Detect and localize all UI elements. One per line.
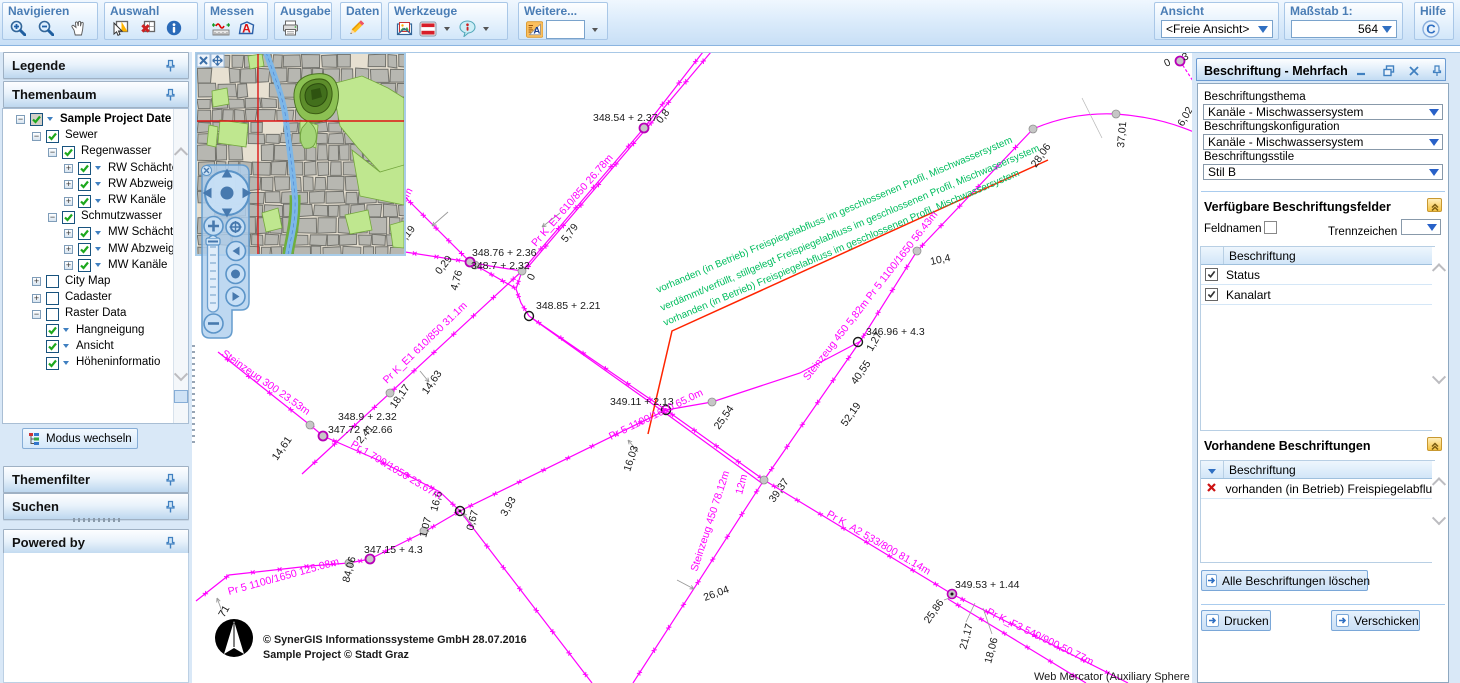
- svg-text:C: C: [1426, 22, 1436, 37]
- svg-text:A: A: [533, 25, 540, 36]
- svg-text:Sample Project © Stadt Graz: Sample Project © Stadt Graz: [263, 649, 410, 661]
- svg-text:348.7 + 2.32: 348.7 + 2.32: [471, 260, 530, 272]
- svg-text:© SynerGIS Informationssysteme: © SynerGIS Informationssysteme GmbH 28.0…: [263, 634, 527, 646]
- svg-text:348.54 + 2.37: 348.54 + 2.37: [593, 112, 658, 124]
- svg-text:348.76 + 2.36: 348.76 + 2.36: [472, 247, 537, 259]
- svg-text:348.85 + 2.21: 348.85 + 2.21: [536, 300, 601, 312]
- svg-text:A: A: [242, 22, 251, 36]
- svg-text:349.53 + 1.44: 349.53 + 1.44: [955, 579, 1020, 591]
- svg-text:347.15 + 4.3: 347.15 + 4.3: [364, 544, 423, 556]
- svg-text:348.9 + 2.32: 348.9 + 2.32: [338, 411, 397, 423]
- svg-text:Web Mercator (Auxiliary Sphere: Web Mercator (Auxiliary Sphere: [1034, 671, 1190, 683]
- svg-text:37,01: 37,01: [1115, 121, 1129, 148]
